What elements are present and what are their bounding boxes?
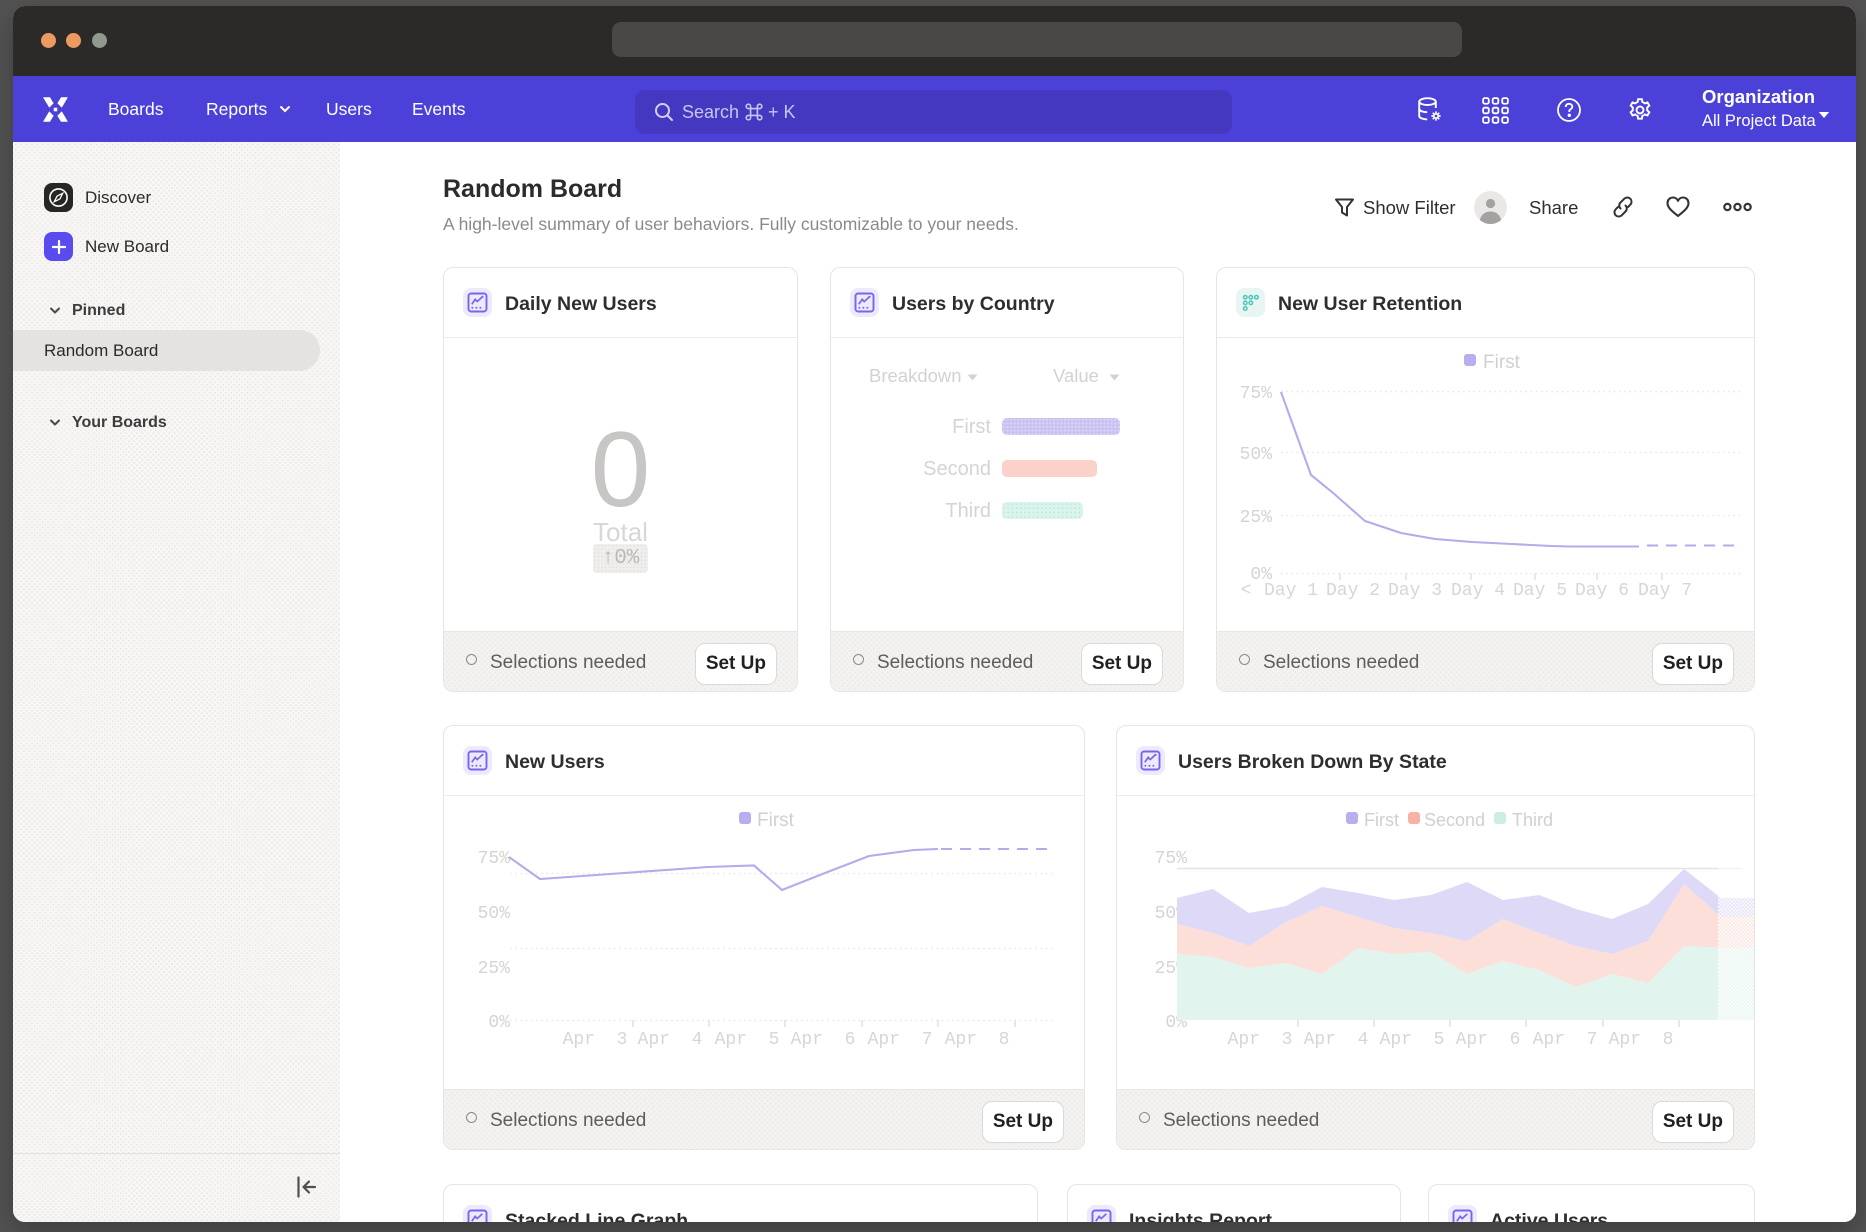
svg-text:Apr 3: Apr 3	[1228, 1030, 1293, 1050]
svg-text:Apr 3: Apr 3	[563, 1030, 628, 1050]
svg-text:Day 5: Day 5	[1513, 581, 1567, 601]
svg-text:Apr 7: Apr 7	[868, 1030, 933, 1050]
svg-text:75%: 75%	[478, 849, 511, 869]
svg-text:25%: 25%	[478, 959, 511, 979]
svg-text:First: First	[1364, 810, 1399, 830]
svg-text:Apr 5: Apr 5	[715, 1030, 780, 1050]
svg-text:Day 2: Day 2	[1326, 581, 1380, 601]
svg-text:Apr 4: Apr 4	[1304, 1030, 1369, 1050]
svg-text:Day 6: Day 6	[1575, 581, 1629, 601]
svg-text:75%: 75%	[1155, 849, 1188, 869]
svg-text:Apr 7: Apr 7	[1533, 1030, 1598, 1050]
svg-text:25%: 25%	[1240, 508, 1273, 528]
svg-text:Apr 4: Apr 4	[638, 1030, 703, 1050]
svg-text:75%: 75%	[1240, 384, 1273, 404]
svg-text:First: First	[1483, 352, 1521, 373]
svg-text:Second: Second	[1424, 810, 1485, 830]
svg-text:Day 4: Day 4	[1451, 581, 1505, 601]
svg-text:Third: Third	[1512, 810, 1553, 830]
svg-text:Day 1: Day 1	[1264, 581, 1318, 601]
svg-text:Apr 8: Apr 8	[1609, 1030, 1674, 1050]
svg-text:50%: 50%	[1240, 445, 1273, 465]
svg-text:50%: 50%	[478, 904, 511, 924]
svg-text:0%: 0%	[488, 1013, 510, 1033]
svg-text:<: <	[1241, 581, 1252, 601]
svg-text:Day 7: Day 7	[1638, 581, 1692, 601]
svg-text:Apr 8: Apr 8	[945, 1030, 1010, 1050]
svg-text:Apr 5: Apr 5	[1380, 1030, 1445, 1050]
svg-text:Apr 6: Apr 6	[1456, 1030, 1521, 1050]
svg-text:Day 3: Day 3	[1388, 581, 1442, 601]
svg-text:Apr 6: Apr 6	[791, 1030, 856, 1050]
svg-text:First: First	[757, 810, 795, 831]
